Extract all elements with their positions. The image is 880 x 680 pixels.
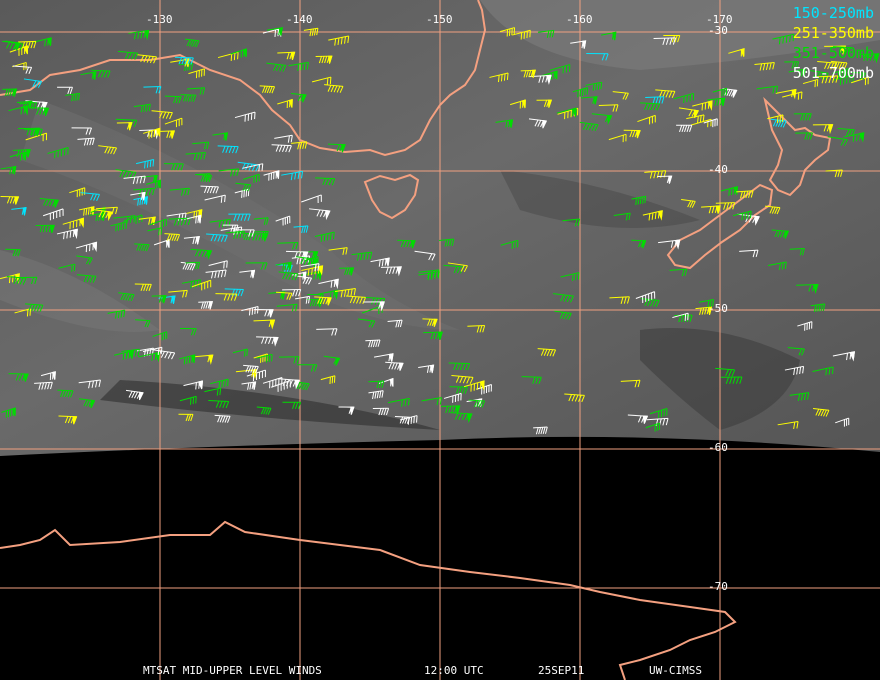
- legend-item-150-250mb: 150-250mb: [792, 4, 874, 22]
- lat-label: -30: [708, 24, 728, 37]
- data-source: UW-CIMSS: [649, 664, 702, 677]
- lon-label: -130: [146, 13, 173, 26]
- legend-item-501-700mb: 501-700mb: [792, 64, 874, 82]
- lon-label: -160: [566, 13, 593, 26]
- legend-item-251-350mb: 251-350mb: [792, 24, 874, 42]
- lat-label: -40: [708, 163, 728, 176]
- legend-item-351-500mb: 351-500mb: [792, 44, 874, 62]
- lat-label: -70: [708, 580, 728, 593]
- lat-label: -50: [708, 302, 728, 315]
- image-date: 25SEP11: [538, 664, 585, 677]
- lon-label: -140: [286, 13, 313, 26]
- lon-label: -150: [426, 13, 453, 26]
- valid-time: 12:00 UTC: [424, 664, 484, 677]
- satellite-wind-map: [0, 0, 880, 680]
- product-name: MTSAT MID-UPPER LEVEL WINDS: [143, 664, 322, 677]
- product-footer: MTSAT MID-UPPER LEVEL WINDS 12:00 UTC 25…: [0, 664, 880, 678]
- lat-label: -60: [708, 441, 728, 454]
